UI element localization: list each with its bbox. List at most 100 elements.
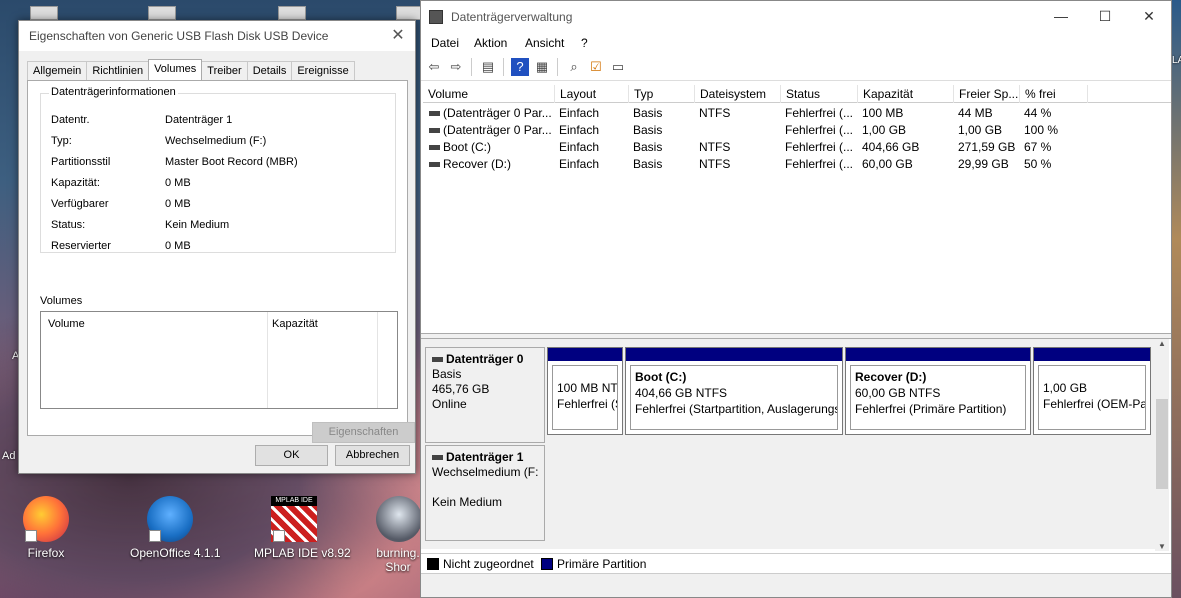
- checklist-icon[interactable]: ☑: [587, 58, 605, 76]
- tab-ereignisse[interactable]: Ereignisse: [291, 61, 355, 80]
- cell-type: Basis: [633, 123, 663, 137]
- menu-aktion[interactable]: Aktion: [474, 36, 507, 50]
- desktop-text-fragment: Ad: [2, 450, 16, 462]
- info-value: Datenträger 1: [165, 114, 233, 126]
- partition-block[interactable]: Boot (C:) 404,66 GB NTFS Fehlerfrei (Sta…: [625, 347, 843, 435]
- column-header-capacity[interactable]: Kapazität: [272, 318, 318, 330]
- desktop-icon-label: OpenOffice 4.1.1: [130, 546, 221, 560]
- desktop-icon-label: Firefox: [27, 546, 65, 560]
- partition-body: Boot (C:) 404,66 GB NTFS Fehlerfrei (Sta…: [630, 365, 838, 430]
- dialog-titlebar[interactable]: Eigenschaften von Generic USB Flash Disk…: [19, 21, 415, 51]
- partition-color-bar: [846, 348, 1030, 361]
- table-row[interactable]: (Datenträger 0 Par... Einfach Basis NTFS…: [423, 105, 1171, 122]
- desktop-icon-mplab[interactable]: MPLAB IDE MPLAB IDE v8.92: [254, 496, 351, 560]
- disk-size: 465,76 GB: [432, 382, 490, 396]
- column-header-status[interactable]: Status: [781, 85, 858, 103]
- disk-type: Basis: [432, 367, 462, 381]
- tab-treiber[interactable]: Treiber: [201, 61, 248, 80]
- partition-block[interactable]: 1,00 GB Fehlerfrei (OEM-Par: [1033, 347, 1151, 435]
- menu-ansicht[interactable]: Ansicht: [525, 36, 564, 50]
- list-view-icon[interactable]: ▤: [479, 58, 497, 76]
- dialog-title: Eigenschaften von Generic USB Flash Disk…: [29, 29, 329, 43]
- partition-body: 1,00 GB Fehlerfrei (OEM-Par: [1038, 365, 1146, 430]
- column-header-type[interactable]: Typ: [629, 85, 695, 103]
- desktop-icon-label: burning.: [376, 546, 420, 560]
- volume-table: Volume Layout Typ Dateisystem Status Kap…: [423, 85, 1171, 331]
- desktop-icon-sliver[interactable]: [148, 6, 176, 20]
- properties-view-icon[interactable]: ▦: [533, 58, 551, 76]
- column-header-free-space[interactable]: Freier Sp...: [954, 85, 1020, 103]
- disk-state: Online: [432, 397, 467, 411]
- graph-scrollbar[interactable]: ▲ ▼: [1155, 339, 1169, 551]
- partition-line2: Fehlerfrei (Primäre Partition): [855, 402, 1007, 416]
- close-icon[interactable]: ✕: [387, 25, 409, 47]
- options-icon[interactable]: ▭: [609, 58, 627, 76]
- volume-properties-button[interactable]: Eigenschaften: [312, 422, 415, 443]
- volumes-label: Volumes: [40, 295, 83, 307]
- partition-line1: 100 MB NTFS: [557, 381, 618, 395]
- back-icon[interactable]: ⇦: [425, 58, 443, 76]
- disk-0-label[interactable]: Datenträger 0 Basis 465,76 GB Online: [425, 347, 545, 443]
- partition-line1: 404,66 GB NTFS: [635, 386, 728, 400]
- column-header-layout[interactable]: Layout: [555, 85, 629, 103]
- table-header: Volume Layout Typ Dateisystem Status Kap…: [423, 85, 1171, 103]
- column-header-volume[interactable]: Volume: [423, 85, 555, 103]
- info-key: Typ:: [51, 135, 72, 147]
- desktop-icon-sliver[interactable]: [30, 6, 58, 20]
- volumes-list[interactable]: Volume Kapazität: [40, 311, 398, 409]
- table-row[interactable]: Boot (C:) Einfach Basis NTFS Fehlerfrei …: [423, 139, 1171, 156]
- ok-button[interactable]: OK: [255, 445, 328, 466]
- toolbar-separator: [503, 58, 504, 76]
- window-titlebar[interactable]: Datenträgerverwaltung — ☐ ✕: [421, 1, 1171, 33]
- maximize-icon[interactable]: ☐: [1083, 1, 1127, 33]
- column-header-percent-free[interactable]: % frei: [1020, 85, 1088, 103]
- disk-management-icon: [429, 10, 443, 24]
- help-icon[interactable]: ?: [511, 58, 529, 76]
- disk-graph-pane: Datenträger 0 Basis 465,76 GB Online 100…: [421, 339, 1155, 549]
- table-row[interactable]: (Datenträger 0 Par... Einfach Basis Fehl…: [423, 122, 1171, 139]
- disk-state: Kein Medium: [432, 495, 503, 509]
- menu-help[interactable]: ?: [581, 36, 588, 50]
- minimize-icon[interactable]: —: [1039, 1, 1083, 33]
- partition-block[interactable]: Recover (D:) 60,00 GB NTFS Fehlerfrei (P…: [845, 347, 1031, 435]
- partition-block[interactable]: 100 MB NTFS Fehlerfrei (S: [547, 347, 623, 435]
- column-header-capacity[interactable]: Kapazität: [858, 85, 954, 103]
- tab-details[interactable]: Details: [246, 61, 293, 80]
- tab-allgemein[interactable]: Allgemein: [27, 61, 88, 80]
- desktop-icon-openoffice[interactable]: OpenOffice 4.1.1: [130, 496, 221, 560]
- partition-title: Recover (D:): [855, 370, 927, 384]
- forward-icon[interactable]: ⇨: [447, 58, 465, 76]
- cell-volume: (Datenträger 0 Par...: [425, 105, 555, 122]
- partition-line2: Fehlerfrei (Startpartition, Auslagerungs: [635, 402, 838, 416]
- scrollbar-thumb[interactable]: [1156, 399, 1168, 489]
- menu-datei[interactable]: Datei: [431, 36, 459, 50]
- desktop-icon-label: MPLAB IDE v8.92: [254, 546, 351, 560]
- connect-icon[interactable]: ⌕: [565, 58, 583, 76]
- desktop-icon-burning[interactable]: burning. Shor: [376, 496, 420, 574]
- column-header-filesystem[interactable]: Dateisystem: [695, 85, 781, 103]
- partition-body: Recover (D:) 60,00 GB NTFS Fehlerfrei (P…: [850, 365, 1026, 430]
- scroll-up-icon[interactable]: ▲: [1155, 339, 1169, 348]
- scroll-down-icon[interactable]: ▼: [1155, 542, 1169, 551]
- toolbar-separator: [471, 58, 472, 76]
- cancel-button[interactable]: Abbrechen: [335, 445, 410, 466]
- cell-layout: Einfach: [559, 157, 600, 171]
- firefox-icon: [23, 496, 69, 542]
- mplab-banner: MPLAB IDE: [271, 496, 317, 506]
- cell-free-space: 271,59 GB: [958, 140, 1016, 154]
- column-header-volume[interactable]: Volume: [48, 318, 85, 330]
- desktop-icon-sliver[interactable]: [278, 6, 306, 20]
- tab-volumes[interactable]: Volumes: [148, 59, 203, 80]
- disk-1-label[interactable]: Datenträger 1 Wechselmedium (F: Kein Med…: [425, 445, 545, 541]
- drive-icon: [432, 357, 443, 363]
- disk-management-window: Datenträgerverwaltung — ☐ ✕ Datei Aktion…: [420, 0, 1172, 598]
- disk-name: Datenträger 1: [446, 450, 524, 464]
- desktop-icon-firefox[interactable]: Firefox: [6, 496, 86, 560]
- desktop-icon-label: Shor: [385, 560, 411, 574]
- tab-richtlinien[interactable]: Richtlinien: [86, 61, 150, 80]
- table-row[interactable]: Recover (D:) Einfach Basis NTFS Fehlerfr…: [423, 156, 1171, 173]
- cell-capacity: 404,66 GB: [862, 140, 920, 154]
- cell-layout: Einfach: [559, 123, 600, 137]
- legend-label-primary: Primäre Partition: [557, 557, 647, 571]
- close-icon[interactable]: ✕: [1127, 1, 1171, 33]
